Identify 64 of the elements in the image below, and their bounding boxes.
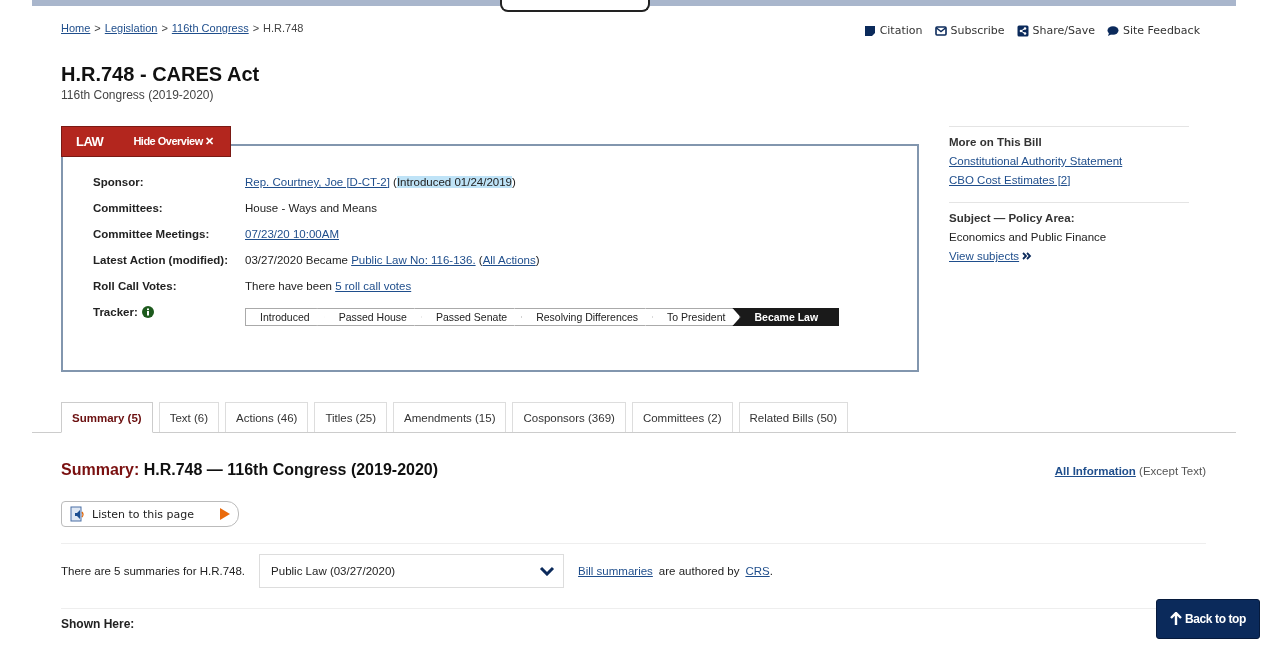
field-label: Roll Call Votes: (93, 280, 178, 294)
field-label: Committee Meetings: (93, 228, 211, 242)
breadcrumb-current: H.R.748 (263, 22, 304, 36)
field-value: There have been 5 roll call votes (245, 280, 412, 294)
field-label: Tracker: (93, 306, 138, 318)
tab[interactable]: Committees (2) (631, 402, 733, 432)
listen-button[interactable]: Listen to this page (61, 501, 240, 527)
sidebar-link[interactable]: CBO Cost Estimates [2] (949, 174, 1189, 186)
tracker-step: Became Law (732, 308, 840, 326)
policy-area: Economics and Public Finance (949, 231, 1189, 243)
sidebar-heading: Subject — Policy Area: (949, 212, 1076, 224)
view-subjects-link[interactable]: View subjects (949, 250, 1189, 262)
summary-count: There are 5 summaries for H.R.748. (61, 565, 246, 577)
tool-link[interactable]: Citation (863, 24, 923, 37)
field-value: 03/27/2020 Became Public Law No: 116-136. (All Actions) (245, 254, 540, 268)
breadcrumb-link[interactable]: 116th Congress (171, 22, 249, 37)
speech-bubble-icon (1107, 24, 1119, 37)
tool-link[interactable]: Subscribe (934, 24, 1005, 37)
double-chevron-icon (1022, 252, 1033, 260)
field-value: House - Ways and Means (245, 202, 377, 216)
share-icon (1016, 24, 1029, 37)
field-label: Sponsor: (93, 176, 145, 190)
bill-summaries-link[interactable]: Bill summaries (578, 565, 653, 577)
bill-title: H.R.748 - CARES Act (61, 63, 261, 86)
crs-link[interactable]: CRS (745, 565, 770, 577)
status-label: LAW (76, 134, 104, 149)
tab[interactable]: Summary (5) (61, 402, 153, 433)
hide-overview-link[interactable]: Hide Overview ✕ (133, 135, 214, 148)
field-label: Latest Action (modified): (93, 254, 229, 268)
tab[interactable]: Cosponsors (369) (512, 402, 626, 432)
all-information-note: (Except Text) (1139, 465, 1206, 477)
play-icon[interactable] (220, 508, 231, 520)
note-icon (863, 24, 876, 37)
version-dropdown[interactable]: Public Law (03/27/2020) (259, 554, 565, 588)
envelope-icon (934, 24, 947, 37)
breadcrumb-separator: > (252, 22, 260, 36)
summary-heading: Summary: H.R.748 — 116th Congress (2019-2020) (61, 461, 439, 479)
breadcrumb-separator: > (161, 22, 168, 36)
sidebar-heading: More on This Bill (949, 136, 1043, 148)
field-label: Committees: (93, 202, 164, 216)
tool-link[interactable]: Share/Save (1016, 24, 1095, 37)
arrow-up-icon (1170, 612, 1182, 626)
chevron-down-icon (539, 566, 556, 576)
breadcrumb-link[interactable]: Home (61, 22, 91, 37)
tool-link[interactable]: Site Feedback (1107, 24, 1200, 37)
tab[interactable]: Titles (25) (314, 402, 388, 432)
tab[interactable]: Related Bills (50) (738, 402, 849, 432)
authored-text: are authored by (658, 565, 740, 577)
congress-subtitle: 116th Congress (2019-2020) (61, 88, 215, 102)
options-tab[interactable] (500, 0, 650, 12)
tab[interactable]: Amendments (15) (393, 402, 507, 432)
tab[interactable]: Actions (46) (225, 402, 309, 432)
field-value: Rep. Courtney, Joe [D-CT-2] (Introduced 01/24/2019) (245, 176, 516, 190)
all-information-link[interactable]: All Information (1054, 465, 1136, 477)
tab[interactable]: Text (6) (158, 402, 219, 432)
sidebar-link[interactable]: Constitutional Authority Statement (949, 155, 1189, 167)
breadcrumb-separator: > (94, 22, 101, 36)
period-text: . (769, 565, 773, 577)
back-to-top-button[interactable]: Back to top (1156, 599, 1260, 639)
field-value: 07/23/20 10:00AM (245, 228, 339, 242)
info-icon[interactable] (141, 306, 154, 318)
speaker-page-icon (70, 506, 86, 522)
breadcrumb-link[interactable]: Legislation (104, 22, 158, 37)
listen-label: Listen to this page (92, 507, 195, 521)
